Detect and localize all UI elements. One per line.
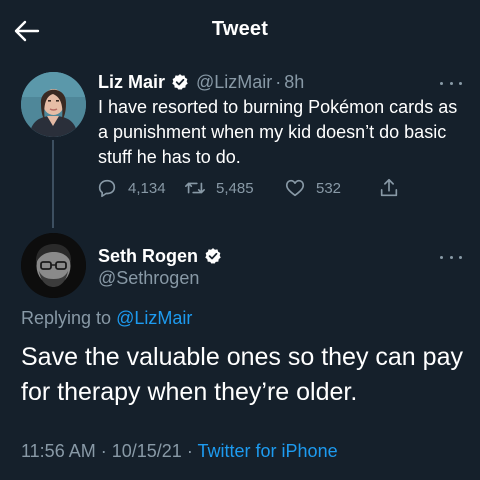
tweet-source-link[interactable]: Twitter for iPhone bbox=[198, 441, 338, 461]
replying-label: Replying to bbox=[21, 308, 112, 328]
tweet-metadata: 11:56 AM · 10/15/21 · Twitter for iPhone bbox=[21, 441, 338, 462]
main-tweet-author-row: Seth Rogen bbox=[98, 242, 222, 270]
like-count: 532 bbox=[316, 179, 342, 197]
avatar[interactable] bbox=[21, 72, 86, 137]
page-title: Tweet bbox=[211, 18, 269, 40]
parent-tweet-text: I have resorted to burning Pokémon cards… bbox=[98, 97, 458, 167]
verified-badge-icon bbox=[204, 247, 222, 265]
separator-dot: · bbox=[100, 441, 107, 461]
thread-connector-line bbox=[52, 140, 54, 228]
retweet-count: 5,485 bbox=[216, 179, 254, 197]
reply-count: 4,134 bbox=[128, 179, 166, 197]
avatar[interactable] bbox=[21, 233, 86, 298]
tweet-detail-page: Tweet Liz Mair @LizMair · 8h I have reso… bbox=[0, 0, 480, 480]
reply-button[interactable]: 4,134 bbox=[96, 173, 166, 203]
separator-dot: · bbox=[275, 71, 282, 92]
reply-icon bbox=[96, 177, 118, 199]
replying-to-line: Replying to @LizMair bbox=[21, 308, 192, 329]
tweet-date: 10/15/21 bbox=[111, 441, 182, 461]
parent-tweet-author-row: Liz Mair @LizMair · 8h bbox=[98, 68, 304, 96]
tweet-actions-bar: 4,134 5,485 532 bbox=[96, 173, 416, 203]
profile-photo bbox=[21, 72, 86, 137]
author-handle[interactable]: @Sethrogen bbox=[98, 268, 199, 289]
retweet-icon bbox=[184, 177, 206, 199]
share-button[interactable] bbox=[378, 173, 400, 203]
more-dots-icon[interactable] bbox=[440, 78, 462, 88]
author-handle[interactable]: @LizMair bbox=[196, 72, 272, 93]
more-dots-icon[interactable] bbox=[440, 252, 462, 262]
tweet-timestamp[interactable]: 8h bbox=[284, 72, 304, 93]
verified-badge-icon bbox=[171, 73, 189, 91]
mention-link[interactable]: @LizMair bbox=[116, 308, 192, 328]
profile-photo bbox=[21, 233, 86, 298]
like-button[interactable]: 532 bbox=[284, 173, 341, 203]
heart-icon bbox=[284, 177, 306, 199]
separator-dot: · bbox=[186, 441, 193, 461]
top-bar: Tweet bbox=[0, 0, 480, 60]
main-tweet-text: Save the valuable ones so they can pay f… bbox=[21, 343, 463, 406]
author-name[interactable]: Seth Rogen bbox=[98, 246, 198, 267]
retweet-button[interactable]: 5,485 bbox=[184, 173, 254, 203]
share-icon bbox=[378, 177, 400, 199]
author-name[interactable]: Liz Mair bbox=[98, 72, 165, 93]
tweet-time: 11:56 AM bbox=[21, 441, 96, 461]
